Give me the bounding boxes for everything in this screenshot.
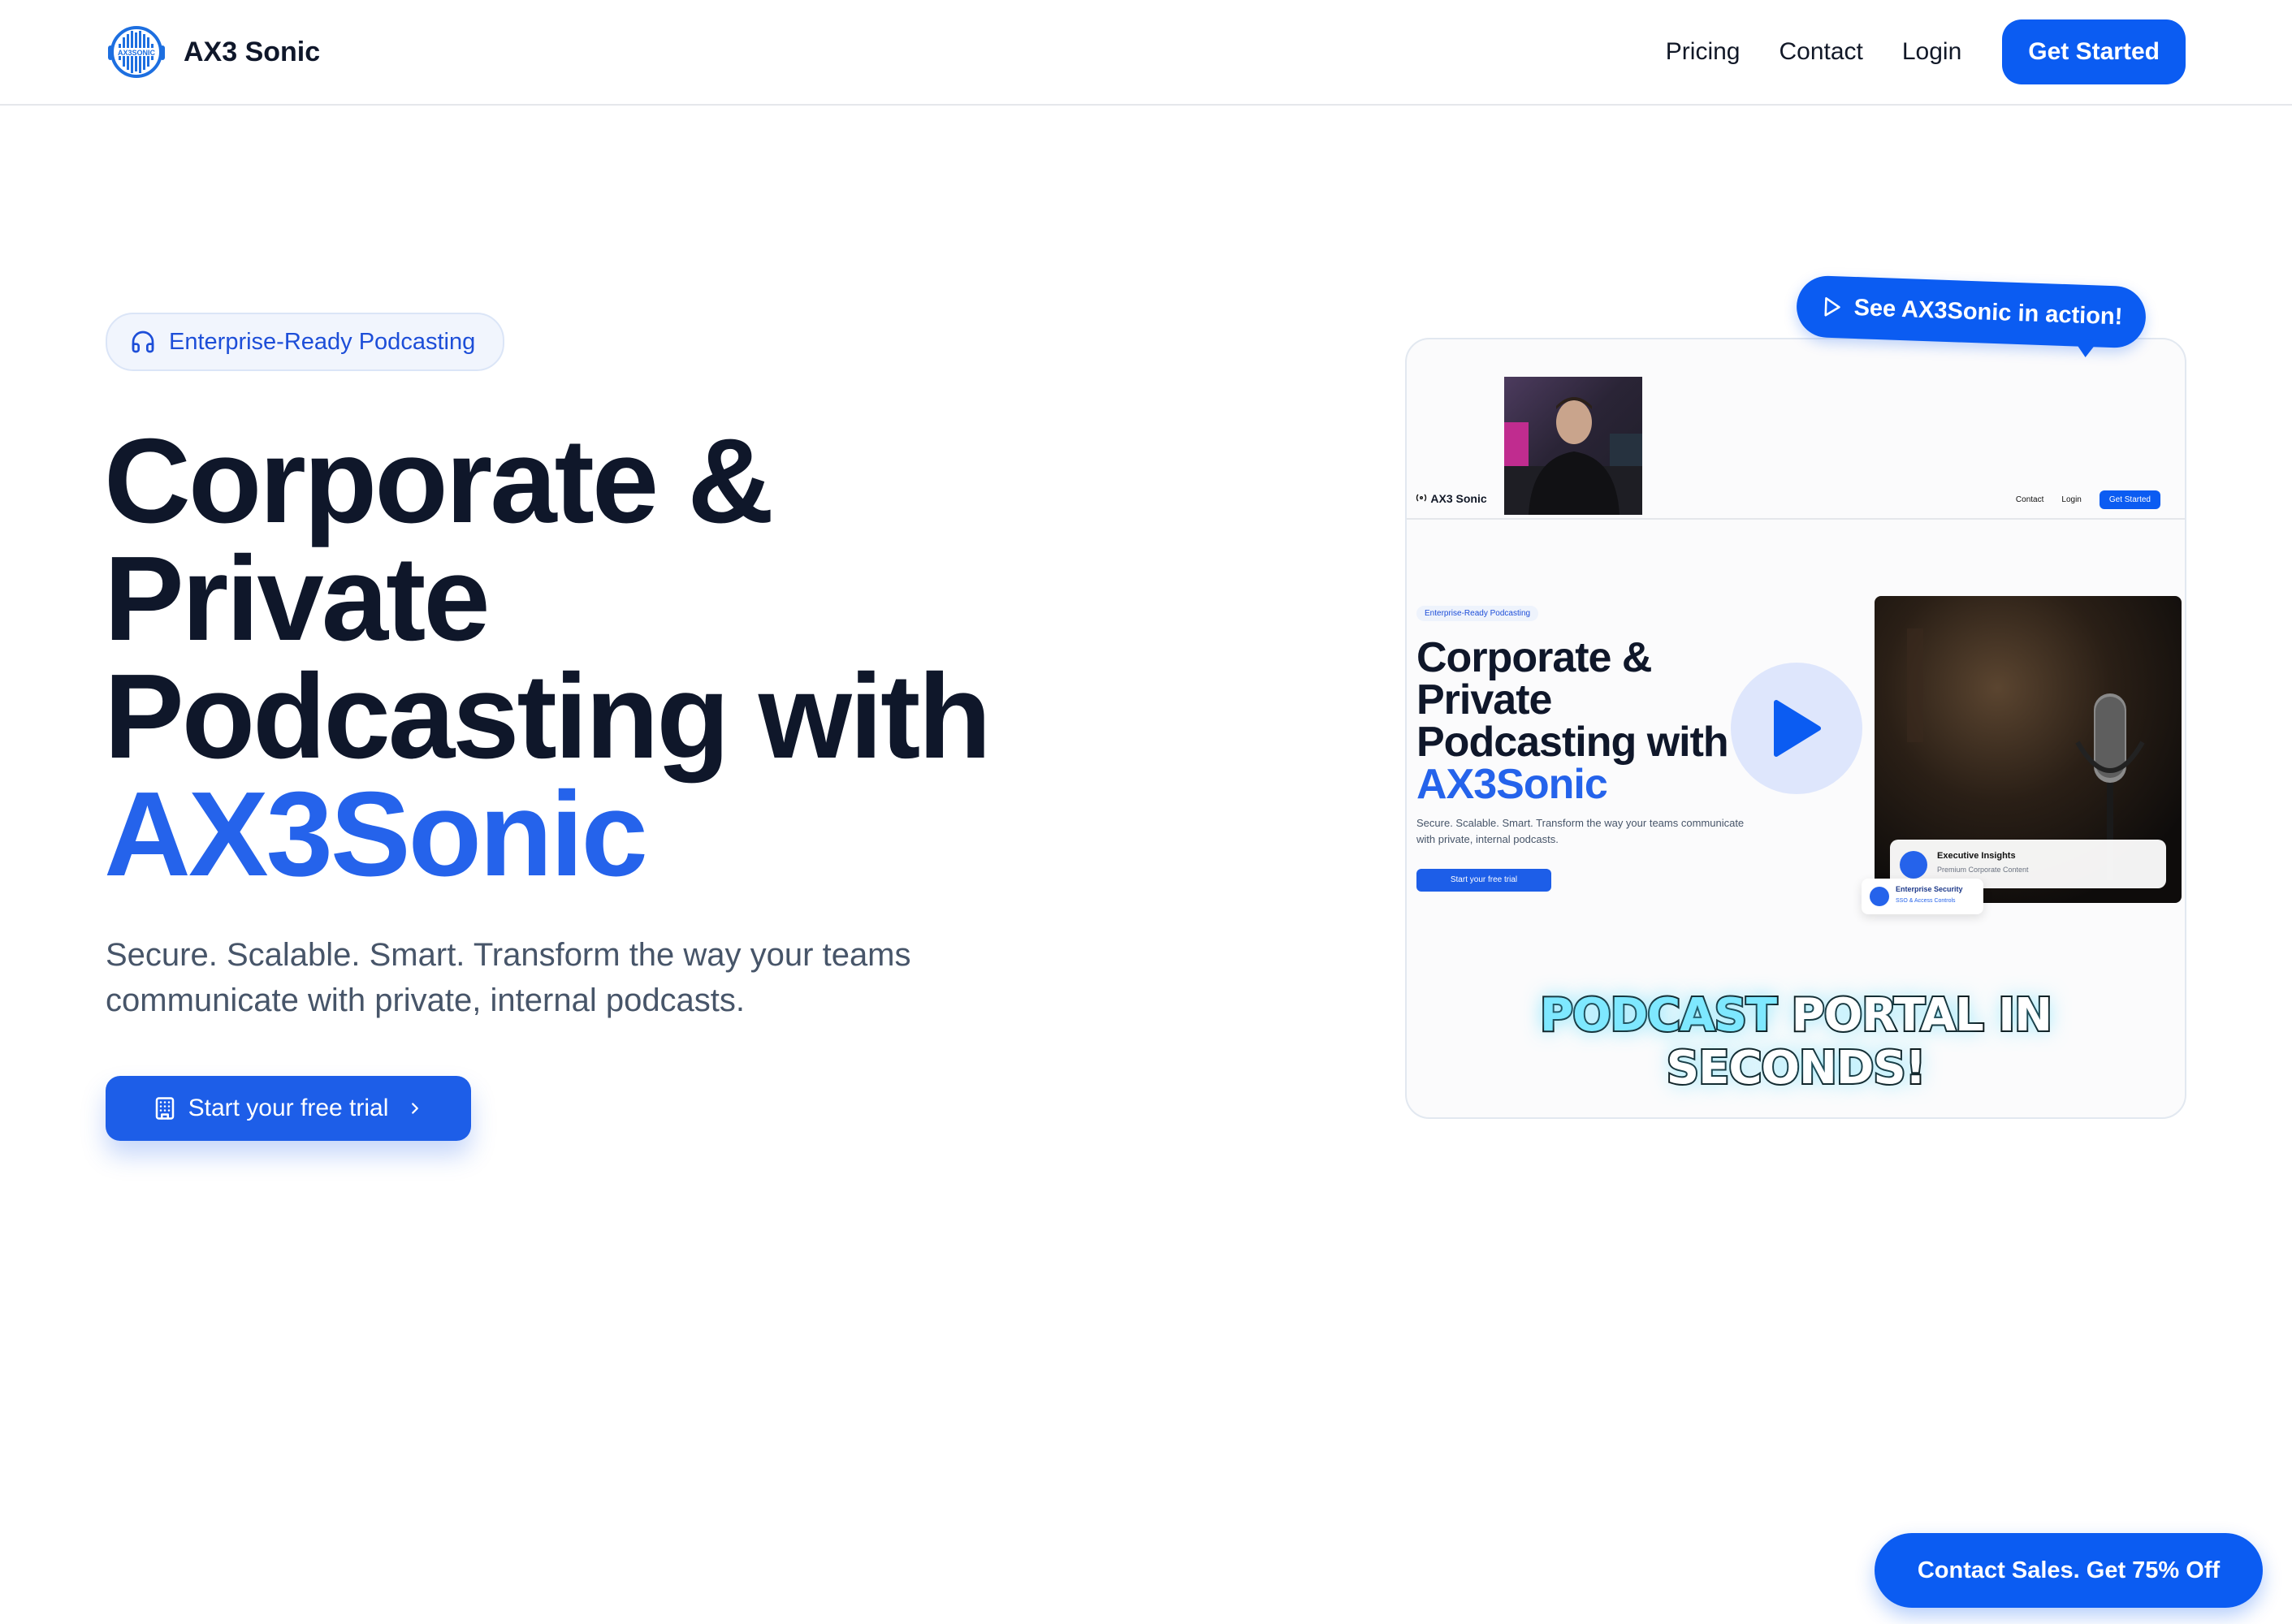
- mini-link-login: Login: [2061, 495, 2082, 504]
- mini-badge: Enterprise-Ready Podcasting: [1416, 606, 1539, 621]
- chevron-right-icon: [412, 1103, 419, 1114]
- brand-name: AX3 Sonic: [184, 36, 321, 67]
- play-button[interactable]: [1731, 663, 1862, 794]
- play-outline-icon: [1824, 296, 1840, 317]
- security-icon: [1870, 887, 1889, 906]
- mini-nav-links: Contact Login Get Started: [2016, 490, 2160, 509]
- nav-link-contact[interactable]: Contact: [1779, 38, 1862, 66]
- headline-line-1: Corporate &: [104, 414, 774, 548]
- demo-video-player[interactable]: AX3 Sonic Contact Login Get Started Ente…: [1405, 338, 2186, 1119]
- nav-link-login[interactable]: Login: [1902, 38, 1961, 66]
- mini-subtitle: Secure. Scalable. Smart. Transform the w…: [1416, 817, 1745, 845]
- bubble-tail: [2072, 339, 2100, 358]
- mini-brand: AX3 Sonic: [1415, 492, 1487, 505]
- hero-headline: Corporate & Private Podcasting with AX3S…: [104, 414, 1160, 901]
- headline-line-2: Private: [104, 532, 491, 666]
- mini-navbar: AX3 Sonic Contact Login Get Started: [1407, 486, 2185, 520]
- mini-get-started: Get Started: [2099, 490, 2160, 509]
- radio-icon: [1416, 494, 1427, 502]
- nav-link-pricing[interactable]: Pricing: [1666, 38, 1741, 66]
- nav-links: Pricing Contact Login Get Started: [1666, 19, 2186, 84]
- see-in-action-label: See AX3Sonic in action!: [1853, 294, 2123, 330]
- start-free-trial-label: Start your free trial: [188, 1095, 389, 1121]
- mini-headline: Corporate & Private Podcasting with AX3S…: [1416, 634, 1729, 808]
- get-started-button[interactable]: Get Started: [2002, 19, 2186, 84]
- start-free-trial-button[interactable]: Start your free trial: [106, 1076, 471, 1141]
- badge-label: Enterprise-Ready Podcasting: [169, 328, 476, 355]
- enterprise-badge: Enterprise-Ready Podcasting: [106, 313, 505, 371]
- hero-subtitle: Secure. Scalable. Smart. Transform the w…: [106, 937, 911, 1018]
- see-in-action-bubble[interactable]: See AX3Sonic in action!: [1795, 274, 2147, 349]
- enterprise-security-card: Enterprise Security SSO & Access Control…: [1862, 879, 1983, 914]
- top-navbar: AX3SONIC AX3 Sonic Pricing Contact Login…: [0, 0, 2292, 106]
- logo-waveform-icon: AX3SONIC: [108, 26, 165, 78]
- headline-line-3: Podcasting with: [104, 650, 992, 784]
- headline-accent: AX3Sonic: [104, 767, 648, 901]
- building-icon: [155, 1097, 174, 1120]
- headphones-icon: [132, 330, 154, 353]
- play-icon: [1774, 700, 1821, 757]
- mini-link-contact: Contact: [2015, 495, 2044, 504]
- mini-trial-button: Start your free trial: [1416, 869, 1551, 892]
- promo-caption: PODCAST PORTAL IN SECONDS!: [1538, 987, 2054, 1096]
- contact-sales-button[interactable]: Contact Sales. Get 75% Off: [1875, 1533, 2263, 1608]
- brand-logo[interactable]: AX3SONIC AX3 Sonic: [106, 23, 320, 81]
- play-icon: [1900, 851, 1927, 879]
- svg-text:AX3SONIC: AX3SONIC: [118, 49, 156, 57]
